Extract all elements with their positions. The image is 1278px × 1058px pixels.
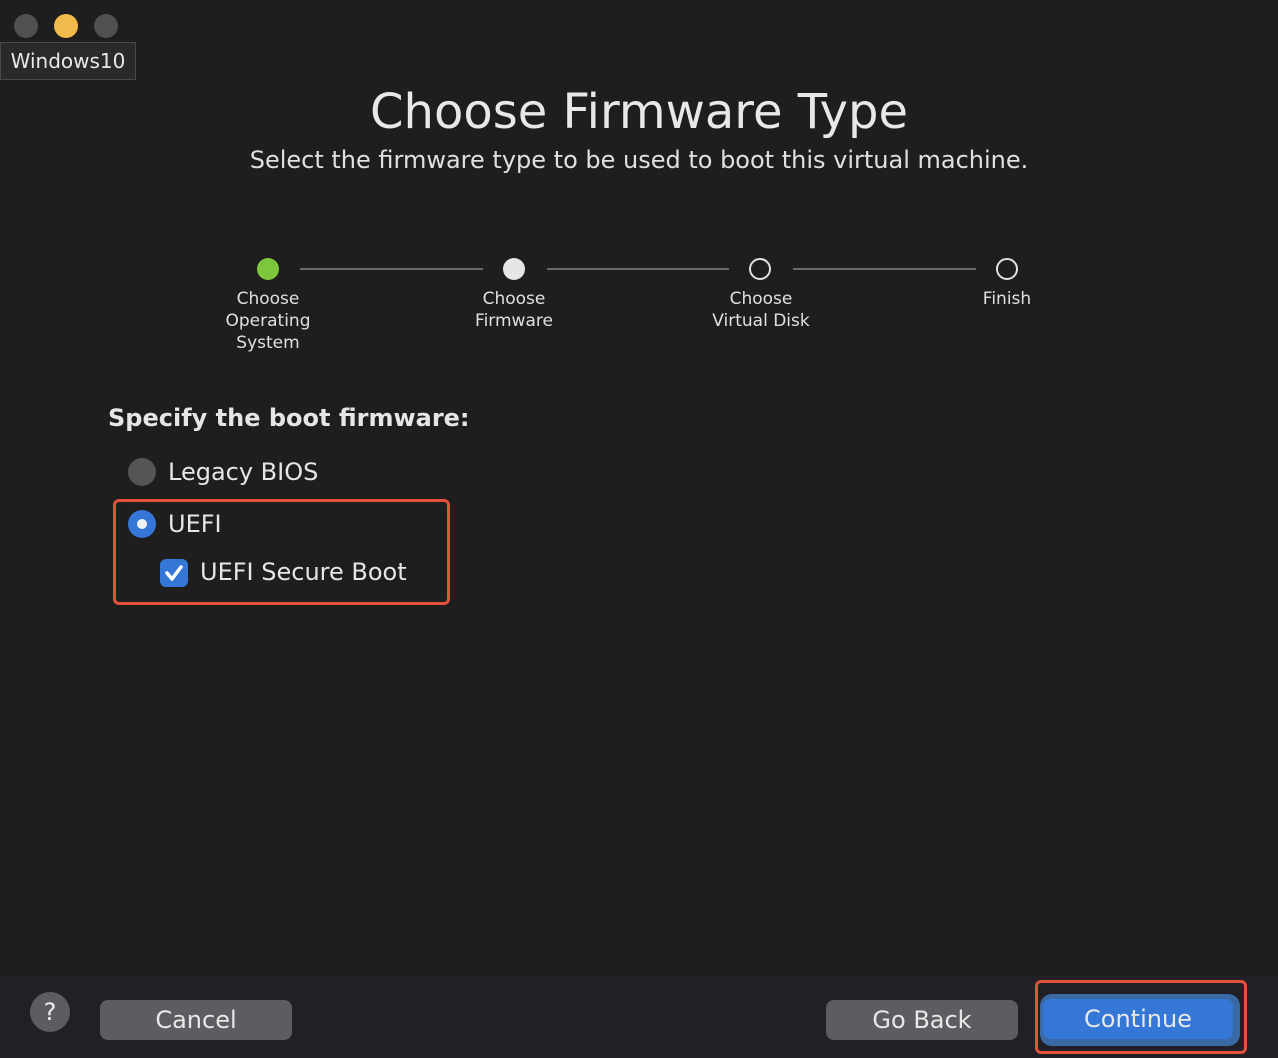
cancel-button[interactable]: Cancel (100, 1000, 292, 1040)
step-connector (793, 268, 976, 270)
page-subtitle: Select the firmware type to be used to b… (249, 146, 1029, 174)
step-label-os: Choose Operating System (225, 289, 311, 353)
legacy-bios-radio[interactable] (128, 458, 156, 486)
firmware-heading: Specify the boot firmware: (108, 404, 470, 432)
step-label-firmware: Choose Firmware (475, 289, 553, 331)
window-title: Windows10 (0, 42, 136, 80)
help-button[interactable]: ? (30, 992, 70, 1032)
uefi-highlight-box (113, 499, 450, 605)
legacy-bios-label[interactable]: Legacy BIOS (168, 458, 318, 486)
secure-boot-checkbox[interactable] (160, 559, 188, 587)
step-completed-indicator (257, 258, 279, 280)
step-label-finish: Finish (982, 289, 1032, 309)
uefi-radio[interactable] (128, 510, 156, 538)
step-current-indicator (503, 258, 525, 280)
minimize-button[interactable] (54, 14, 78, 38)
uefi-label[interactable]: UEFI (168, 510, 222, 538)
page-title: Choose Firmware Type (370, 84, 908, 140)
close-button[interactable] (14, 14, 38, 38)
go-back-button[interactable]: Go Back (826, 1000, 1018, 1040)
step-pending-indicator (749, 258, 771, 280)
zoom-button[interactable] (94, 14, 118, 38)
secure-boot-label[interactable]: UEFI Secure Boot (200, 558, 407, 586)
step-pending-indicator (996, 258, 1018, 280)
step-label-disk: Choose Virtual Disk (712, 289, 810, 331)
step-connector (547, 268, 729, 270)
continue-button[interactable]: Continue (1043, 999, 1233, 1039)
checkmark-icon (165, 565, 183, 581)
step-connector (300, 268, 483, 270)
